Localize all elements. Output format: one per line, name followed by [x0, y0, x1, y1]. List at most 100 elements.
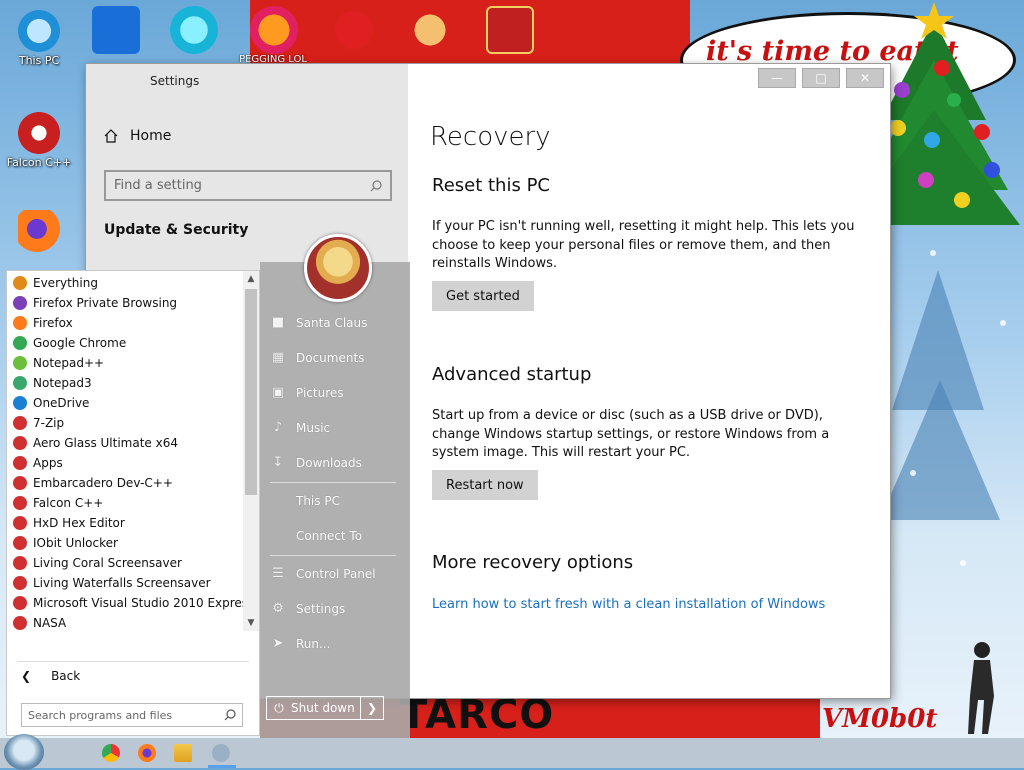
link-label: Downloads [296, 456, 362, 470]
search-placeholder: Find a setting [114, 178, 202, 193]
window-title: Settings [150, 74, 200, 88]
run-icon: ➤ [272, 636, 284, 651]
program-label: Everything [33, 276, 98, 290]
program-label: Notepad3 [33, 376, 92, 390]
link-run[interactable]: ➤ Run... [270, 636, 331, 652]
link-control-panel[interactable]: ☰ Control Panel [270, 567, 375, 582]
desktop-icon-firefox[interactable] [4, 210, 74, 254]
start-links-pane: ■ Santa Claus ▦ Documents ▣ Pictures ♪ Music… [260, 262, 410, 738]
program-label: Embarcadero Dev-C++ [33, 476, 173, 490]
program-item[interactable]: Notepad++ [7, 353, 243, 373]
program-item[interactable]: Firefox [7, 313, 243, 333]
divider [270, 555, 396, 556]
program-item[interactable]: Embarcadero Dev-C++ [7, 473, 243, 493]
monitor-icon [18, 10, 60, 52]
program-item[interactable]: OneDrive [7, 393, 243, 413]
program-item[interactable]: Everything [7, 273, 243, 293]
program-item[interactable]: Microsoft Visual Studio 2010 Express [7, 593, 254, 613]
diamond-icon[interactable] [170, 6, 218, 54]
program-icon [13, 496, 27, 510]
program-item[interactable]: 7-Zip [7, 413, 243, 433]
program-item[interactable]: NASA [7, 613, 243, 633]
program-label: HxD Hex Editor [33, 516, 125, 530]
restart-now-button[interactable]: Restart now [432, 470, 538, 500]
desktop-icon-falcon[interactable]: Falcon C++ [4, 112, 74, 169]
scrollbar-thumb[interactable] [245, 289, 257, 495]
program-item[interactable]: Living Coral Screensaver [7, 553, 243, 573]
snowflake [960, 560, 966, 566]
link-label: This PC [296, 494, 340, 508]
start-menu: Everything Firefox Private Browsing Firefo… [0, 234, 410, 738]
chrome-icon[interactable] [102, 744, 120, 762]
search-placeholder: Search programs and files [28, 708, 173, 722]
start-orb-button[interactable] [4, 734, 44, 770]
firefox-icon[interactable] [138, 744, 156, 762]
program-item[interactable]: Google Chrome [7, 333, 243, 353]
settings-icon: ⚙ [272, 601, 284, 616]
file-explorer-icon[interactable] [174, 744, 192, 762]
scroll-down-icon[interactable]: ▼ [243, 615, 259, 631]
program-item[interactable]: Falcon C++ [7, 493, 243, 513]
link-connect-to[interactable]: Connect To [270, 529, 362, 543]
program-label: Apps [33, 456, 63, 470]
link-label: Santa Claus [296, 316, 368, 330]
power-icon: ⏻ [274, 700, 284, 715]
program-item[interactable]: Notepad3 [7, 373, 243, 393]
program-item[interactable]: Firefox Private Browsing [7, 293, 243, 313]
settings-icon[interactable] [212, 744, 230, 762]
program-icon [13, 276, 27, 290]
find-setting-input[interactable]: Find a setting [104, 170, 392, 201]
reset-description: If your PC isn't running well, resetting… [432, 219, 855, 271]
p-logo-icon[interactable] [250, 6, 298, 54]
program-icon [13, 556, 27, 570]
desktop-icon-this-pc[interactable]: This PC [4, 10, 74, 67]
program-icon [13, 516, 27, 530]
get-started-button[interactable]: Get started [432, 281, 534, 311]
shutdown-options-chevron-icon[interactable]: ❯ [360, 697, 383, 719]
link-pictures[interactable]: ▣ Pictures [270, 385, 344, 401]
program-item[interactable]: IObit Unlocker [7, 533, 243, 553]
program-label: Google Chrome [33, 336, 127, 350]
shutdown-label: Shut down [291, 701, 355, 715]
home-icon [104, 129, 118, 143]
scroll-up-icon[interactable]: ▲ [243, 271, 259, 287]
shutdown-button[interactable]: ⏻ Shut down ❯ [266, 696, 384, 720]
fresh-start-link[interactable]: Learn how to start fresh with a clean in… [432, 597, 825, 612]
settings-gear-icon[interactable] [92, 6, 140, 54]
back-button[interactable]: ❮ Back [21, 669, 80, 683]
angry-bird-icon[interactable] [330, 6, 378, 54]
gift-icon[interactable] [486, 6, 534, 54]
link-settings[interactable]: ⚙ Settings [270, 601, 345, 617]
program-icon [13, 376, 27, 390]
program-icon [13, 296, 27, 310]
program-label: NASA [33, 616, 67, 630]
search-programs-input[interactable]: Search programs and files [21, 703, 243, 727]
page-title: Recovery [430, 122, 551, 152]
program-icon [13, 616, 27, 630]
wallpaper-signature: VM0b0t [822, 704, 938, 734]
pictures-icon: ▣ [271, 385, 285, 400]
back-label: Back [51, 669, 81, 683]
program-item[interactable]: Living Waterfalls Screensaver [7, 573, 243, 593]
link-label: Pictures [296, 386, 344, 400]
programs-scrollbar[interactable]: ▲ ▼ [243, 271, 259, 631]
program-item[interactable]: Aero Glass Ultimate x64 [7, 433, 243, 453]
link-this-pc[interactable]: This PC [270, 494, 340, 508]
nav-home[interactable]: Home [104, 128, 171, 144]
program-label: Living Coral Screensaver [33, 556, 182, 570]
cake-icon[interactable] [406, 6, 454, 54]
program-icon [13, 596, 27, 610]
program-label: Firefox Private Browsing [33, 296, 178, 310]
programs-list: Everything Firefox Private Browsing Firefo… [7, 273, 254, 633]
connect-icon [270, 529, 286, 543]
program-label: OneDrive [33, 396, 90, 410]
user-avatar[interactable] [304, 234, 372, 302]
link-santa-claus[interactable]: ■ Santa Claus [270, 316, 368, 331]
program-item[interactable]: HxD Hex Editor [7, 513, 243, 533]
link-music[interactable]: ♪ Music [270, 421, 330, 436]
link-documents[interactable]: ▦ Documents [270, 351, 365, 366]
link-label: Documents [296, 351, 365, 365]
program-item[interactable]: Apps [7, 453, 243, 473]
link-downloads[interactable]: ↧ Downloads [270, 456, 362, 471]
firefox-icon [18, 210, 60, 252]
